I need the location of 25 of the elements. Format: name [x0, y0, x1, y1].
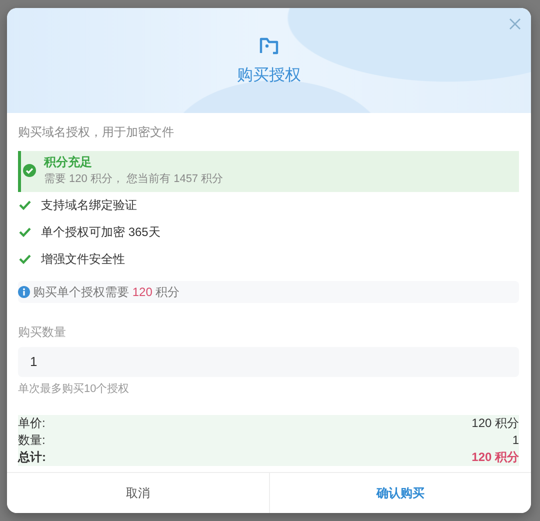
close-button[interactable]	[507, 16, 523, 32]
status-title: 积分充足	[44, 154, 93, 171]
check-icon	[19, 200, 31, 210]
status-detail: 需要 120 积分， 您当前有 1457 积分	[44, 172, 224, 187]
folder-icon	[258, 36, 280, 56]
check-icon	[19, 227, 31, 237]
summary-label: 单价:	[18, 415, 46, 432]
feature-text: 支持域名绑定验证	[41, 197, 137, 214]
summary-value: 1	[512, 432, 519, 449]
check-icon	[19, 254, 31, 264]
feature-text: 单个授权可加密 365天	[41, 224, 160, 241]
feature-text: 增强文件安全性	[41, 251, 125, 268]
note-text: 购买单个授权需要 120 积分	[33, 284, 180, 300]
cancel-button[interactable]: 取消	[7, 473, 268, 513]
confirm-button[interactable]: 确认购买	[268, 473, 531, 513]
summary-value: 120 积分	[472, 415, 519, 432]
field-label: 购买数量	[18, 324, 67, 340]
field-hint: 单次最多购买10个授权	[18, 382, 130, 396]
quantity-field[interactable]: 1	[18, 346, 519, 376]
summary-value: 120 积分	[472, 449, 519, 466]
summary-label: 总计:	[18, 449, 46, 466]
check-circle-icon	[23, 164, 36, 177]
dialog-title: 购买授权	[237, 66, 301, 86]
subtitle: 购买域名授权，用于加密文件	[18, 124, 175, 141]
summary-label: 数量:	[18, 432, 46, 449]
